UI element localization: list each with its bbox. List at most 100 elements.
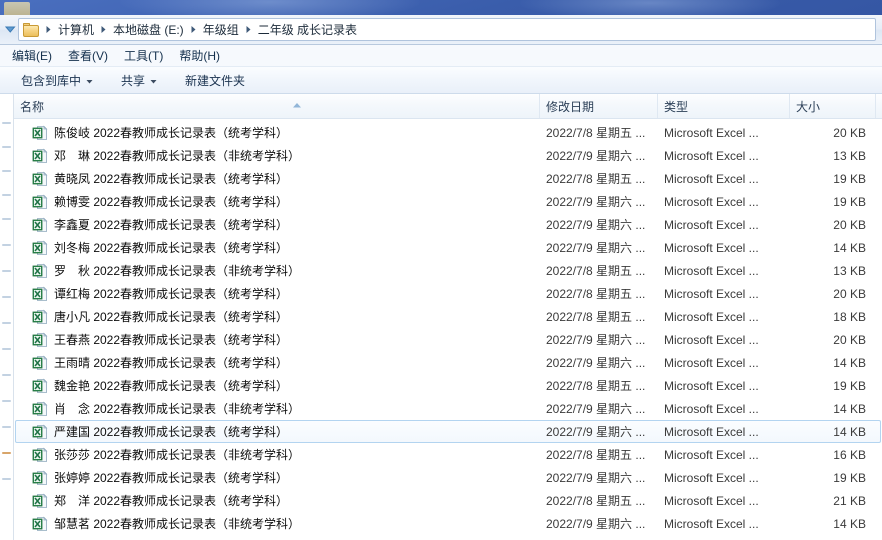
breadcrumb-item-3[interactable]: 二年级 成长记录表 — [254, 20, 361, 39]
file-name-cell: 魏金艳 2022春教师成长记录表（统考学科） — [16, 377, 540, 394]
back-history-dropdown-icon[interactable] — [2, 17, 18, 43]
command-toolbar: 包含到库中 共享 新建文件夹 — [0, 67, 882, 94]
excel-file-icon — [32, 332, 48, 348]
share-button[interactable]: 共享 — [112, 68, 166, 93]
file-date-cell: 2022/7/8 星期五 ... — [546, 287, 646, 301]
breadcrumb-item-2[interactable]: 年级组 — [199, 20, 243, 39]
file-size-cell: 20 KB — [833, 332, 866, 347]
table-row[interactable]: 邓 琳 2022春教师成长记录表（非统考学科） 2022/7/9 星期六 ... M… — [15, 144, 881, 167]
file-size-cell: 13 KB — [833, 148, 866, 163]
table-row[interactable]: 唐小凡 2022春教师成长记录表（统考学科） 2022/7/8 星期五 ... Mi… — [15, 305, 881, 328]
table-row[interactable]: 严建国 2022春教师成长记录表（统考学科） 2022/7/9 星期六 ... Mi… — [15, 420, 881, 443]
menu-item-tools[interactable]: 工具(T) — [118, 45, 173, 67]
column-header-date[interactable]: 修改日期 — [540, 94, 658, 118]
file-size-cell: 14 KB — [833, 424, 866, 439]
breadcrumb-item-0[interactable]: 计算机 — [54, 20, 98, 39]
breadcrumb-separator-icon[interactable] — [188, 25, 199, 34]
excel-file-icon — [32, 263, 48, 279]
file-date-cell: 2022/7/9 星期六 ... — [546, 218, 646, 232]
file-date-cell: 2022/7/9 星期六 ... — [546, 402, 646, 416]
table-row[interactable]: 肖 念 2022春教师成长记录表（非统考学科） 2022/7/9 星期六 ... M… — [15, 397, 881, 420]
breadcrumb-separator-icon[interactable] — [98, 25, 109, 34]
file-size-cell: 14 KB — [833, 401, 866, 416]
file-size-cell: 14 KB — [833, 355, 866, 370]
table-row[interactable]: 赖博雯 2022春教师成长记录表（统考学科） 2022/7/9 星期六 ... Mi… — [15, 190, 881, 213]
file-name-label: 王春燕 2022春教师成长记录表（统考学科） — [54, 333, 289, 347]
window-content: 名称 修改日期 类型 大小 陈俊岐 2022春教师成长记录表（统考学科） 2022… — [0, 94, 882, 540]
file-name-cell: 张婷婷 2022春教师成长记录表（统考学科） — [16, 469, 540, 486]
table-row[interactable]: 邹慧茗 2022春教师成长记录表（非统考学科） 2022/7/9 星期六 ... M… — [15, 512, 881, 535]
menu-item-edit[interactable]: 编辑(E) — [6, 45, 62, 67]
chevron-down-icon — [86, 73, 93, 87]
table-row[interactable]: 张莎莎 2022春教师成长记录表（非统考学科） 2022/7/8 星期五 ... M… — [15, 443, 881, 466]
menu-item-help[interactable]: 帮助(H) — [173, 45, 230, 67]
file-date-cell: 2022/7/8 星期五 ... — [546, 448, 646, 462]
table-row[interactable]: 王雨晴 2022春教师成长记录表（统考学科） 2022/7/9 星期六 ... Mi… — [15, 351, 881, 374]
file-date-cell: 2022/7/9 星期六 ... — [546, 149, 646, 163]
file-date-cell: 2022/7/8 星期五 ... — [546, 264, 646, 278]
column-header-type-label: 类型 — [664, 99, 689, 114]
new-folder-label: 新建文件夹 — [185, 73, 246, 88]
menu-item-view[interactable]: 查看(V) — [62, 45, 118, 67]
file-name-label: 邓 琳 2022春教师成长记录表（非统考学科） — [54, 149, 301, 163]
file-name-label: 李鑫夏 2022春教师成长记录表（统考学科） — [54, 218, 289, 232]
include-in-library-button[interactable]: 包含到库中 — [12, 68, 102, 93]
file-size-cell: 20 KB — [833, 217, 866, 232]
file-name-label: 王雨晴 2022春教师成长记录表（统考学科） — [54, 356, 289, 370]
file-type-cell: Microsoft Excel ... — [664, 470, 759, 485]
new-folder-button[interactable]: 新建文件夹 — [176, 68, 254, 93]
file-size-cell: 20 KB — [833, 286, 866, 301]
excel-file-icon — [32, 217, 48, 233]
table-row[interactable]: 陈俊岐 2022春教师成长记录表（统考学科） 2022/7/8 星期五 ... Mi… — [15, 121, 881, 144]
table-row[interactable]: 刘冬梅 2022春教师成长记录表（统考学科） 2022/7/9 星期六 ... Mi… — [15, 236, 881, 259]
breadcrumb[interactable]: 计算机 本地磁盘 (E:) 年级组 二年级 成长记录表 — [18, 18, 876, 41]
file-name-cell: 张莎莎 2022春教师成长记录表（非统考学科） — [16, 446, 540, 463]
file-type-cell: Microsoft Excel ... — [664, 171, 759, 186]
file-name-cell: 陈俊岐 2022春教师成长记录表（统考学科） — [16, 124, 540, 141]
file-type-cell: Microsoft Excel ... — [664, 424, 759, 439]
excel-file-icon — [32, 378, 48, 394]
excel-file-icon — [32, 309, 48, 325]
file-date-cell: 2022/7/9 星期六 ... — [546, 333, 646, 347]
column-header-type[interactable]: 类型 — [658, 94, 790, 118]
table-row[interactable]: 黄晓凤 2022春教师成长记录表（统考学科） 2022/7/8 星期五 ... Mi… — [15, 167, 881, 190]
table-row[interactable]: 张婷婷 2022春教师成长记录表（统考学科） 2022/7/9 星期六 ... Mi… — [15, 466, 881, 489]
folder-icon — [23, 22, 40, 37]
file-date-cell: 2022/7/9 星期六 ... — [546, 356, 646, 370]
excel-file-icon — [32, 424, 48, 440]
file-size-cell: 19 KB — [833, 470, 866, 485]
breadcrumb-separator-icon[interactable] — [43, 25, 54, 34]
file-name-label: 张莎莎 2022春教师成长记录表（非统考学科） — [54, 448, 301, 462]
column-header-size[interactable]: 大小 — [790, 94, 876, 118]
file-name-label: 黄晓凤 2022春教师成长记录表（统考学科） — [54, 172, 289, 186]
file-type-cell: Microsoft Excel ... — [664, 355, 759, 370]
file-date-cell: 2022/7/9 星期六 ... — [546, 195, 646, 209]
column-header-name[interactable]: 名称 — [14, 94, 540, 118]
file-size-cell: 20 KB — [833, 125, 866, 140]
breadcrumb-separator-icon[interactable] — [243, 25, 254, 34]
file-size-cell: 14 KB — [833, 240, 866, 255]
include-in-library-label: 包含到库中 — [21, 73, 82, 88]
file-size-cell: 19 KB — [833, 171, 866, 186]
navigation-pane[interactable] — [0, 94, 14, 540]
table-row[interactable]: 王春燕 2022春教师成长记录表（统考学科） 2022/7/9 星期六 ... Mi… — [15, 328, 881, 351]
table-row[interactable]: 魏金艳 2022春教师成长记录表（统考学科） 2022/7/8 星期五 ... Mi… — [15, 374, 881, 397]
file-size-cell: 18 KB — [833, 309, 866, 324]
breadcrumb-item-1[interactable]: 本地磁盘 (E:) — [109, 20, 188, 39]
table-row[interactable]: 罗 秋 2022春教师成长记录表（非统考学科） 2022/7/8 星期五 ... M… — [15, 259, 881, 282]
file-name-cell: 黄晓凤 2022春教师成长记录表（统考学科） — [16, 170, 540, 187]
table-row[interactable]: 谭红梅 2022春教师成长记录表（统考学科） 2022/7/8 星期五 ... Mi… — [15, 282, 881, 305]
file-name-label: 陈俊岐 2022春教师成长记录表（统考学科） — [54, 126, 289, 140]
table-row[interactable]: 郑 洋 2022春教师成长记录表（统考学科） 2022/7/8 星期五 ... Mi… — [15, 489, 881, 512]
file-type-cell: Microsoft Excel ... — [664, 493, 759, 508]
file-type-cell: Microsoft Excel ... — [664, 286, 759, 301]
chevron-down-icon — [150, 73, 157, 87]
file-date-cell: 2022/7/8 星期五 ... — [546, 379, 646, 393]
excel-file-icon — [32, 194, 48, 210]
file-name-label: 谭红梅 2022春教师成长记录表（统考学科） — [54, 287, 289, 301]
file-name-cell: 邹慧茗 2022春教师成长记录表（非统考学科） — [16, 515, 540, 532]
file-name-cell: 肖 念 2022春教师成长记录表（非统考学科） — [16, 400, 540, 417]
table-row[interactable]: 李鑫夏 2022春教师成长记录表（统考学科） 2022/7/9 星期六 ... Mi… — [15, 213, 881, 236]
excel-file-icon — [32, 125, 48, 141]
excel-file-icon — [32, 171, 48, 187]
